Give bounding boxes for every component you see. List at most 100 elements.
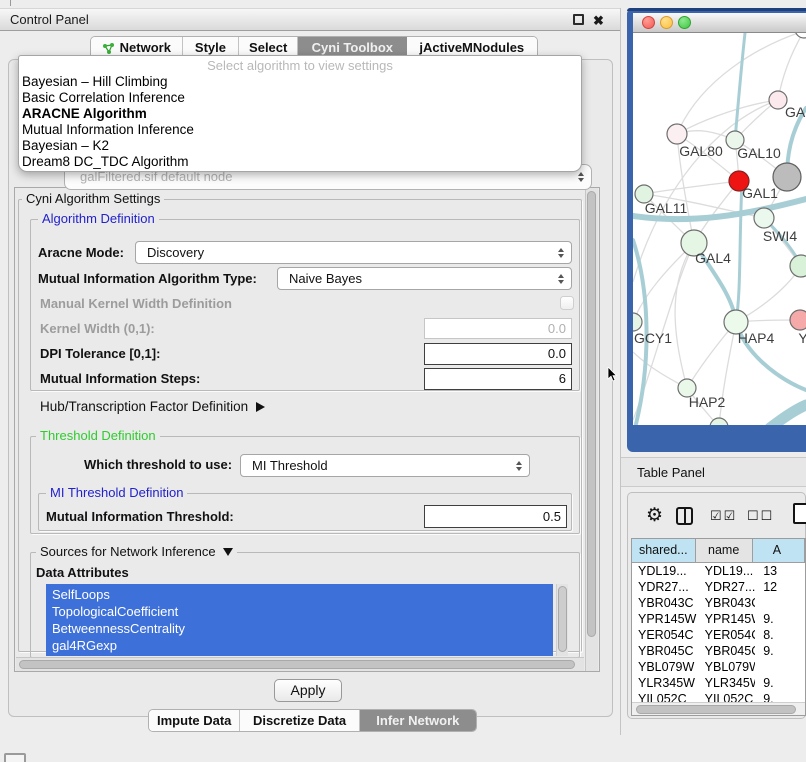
table-row[interactable]: YLR345WYLR345W9. (632, 675, 805, 691)
mi-threshold-field[interactable]: 0.5 (424, 505, 567, 528)
algorithm-option[interactable]: Dream8 DC_TDC Algorithm (19, 154, 581, 170)
data-attributes-list[interactable]: SelfLoops TopologicalCoefficient Between… (46, 584, 553, 656)
network-window-titlebar[interactable] (633, 13, 806, 33)
attributes-scrollbar[interactable] (556, 584, 568, 656)
mi-threshold-group-title: MI Threshold Definition (46, 486, 187, 500)
table-cell: YLR345W (697, 675, 756, 691)
dpi-tolerance-field[interactable]: 0.0 (424, 343, 572, 365)
network-node-swi4[interactable] (754, 208, 774, 228)
table-row[interactable]: YBL079WYBL079W (632, 659, 805, 675)
tab-discretize-data[interactable]: Discretize Data (240, 710, 359, 732)
network-node-gal80[interactable] (667, 124, 687, 144)
file-icon[interactable] (793, 503, 806, 524)
network-node[interactable] (773, 163, 801, 191)
combo-stepper-icon (578, 172, 584, 182)
node-label: GAL11 (645, 200, 688, 216)
table-cell: YER054C (697, 627, 756, 643)
table-header: shared... name A (632, 539, 805, 563)
table-cell: YBR045C (632, 643, 697, 659)
algorithm-option-selected[interactable]: ARACNE Algorithm (19, 106, 581, 122)
network-node[interactable] (790, 255, 806, 277)
table-cell: YPR145W (697, 611, 756, 627)
attribute-item[interactable]: SelfLoops (46, 586, 553, 603)
sources-title-text: Sources for Network Inference (40, 545, 216, 559)
columns-icon[interactable] (676, 507, 693, 525)
sources-group-title[interactable]: Sources for Network Inference (36, 545, 237, 559)
network-node-gcy1[interactable] (633, 313, 642, 331)
column-header-shared-name[interactable]: shared... (632, 539, 696, 562)
network-node-y[interactable] (790, 310, 806, 330)
hub-definition-section[interactable]: Hub/Transcription Factor Definition (40, 399, 265, 415)
aracne-mode-value: Discovery (147, 242, 204, 263)
column-header-partial[interactable]: A (753, 539, 805, 562)
table-cell: YPR145W (632, 611, 697, 627)
which-threshold-combo[interactable]: MI Threshold (240, 454, 530, 477)
table-row[interactable]: YPR145WYPR145W9. (632, 611, 805, 627)
algorithm-option[interactable]: Bayesian – K2 (19, 138, 581, 154)
hidden-panel-icon[interactable] (4, 753, 26, 762)
table-cell: 8. (755, 627, 805, 643)
algorithm-option[interactable]: Basic Correlation Inference (19, 90, 581, 106)
combo-stepper-icon (558, 274, 564, 284)
network-node[interactable] (795, 33, 806, 38)
tab-infer-network[interactable]: Infer Network (360, 710, 476, 732)
table-row[interactable]: YBR043CYBR043C (632, 595, 805, 611)
float-window-icon[interactable] (573, 14, 584, 25)
close-icon[interactable]: ✖ (593, 14, 604, 27)
network-canvas[interactable]: GALGAL80GAL10GAL1GAL11GAL4SWI4GCY1HAP4YH… (633, 33, 806, 425)
network-nodes: GALGAL80GAL10GAL1GAL11GAL4SWI4GCY1HAP4YH… (633, 33, 806, 425)
minimize-button[interactable] (660, 16, 673, 29)
aracne-mode-combo[interactable]: Discovery (135, 241, 572, 264)
manual-kernel-label: Manual Kernel Width Definition (40, 296, 232, 311)
table-cell (755, 659, 805, 675)
mi-steps-field[interactable]: 6 (424, 368, 572, 390)
algorithm-dropdown-popup: Select algorithm to view settings Bayesi… (18, 55, 582, 172)
settings-vscrollbar[interactable] (585, 188, 598, 671)
apply-button[interactable]: Apply (274, 679, 342, 702)
zoom-button[interactable] (678, 16, 691, 29)
network-graph: GALGAL80GAL10GAL1GAL11GAL4SWI4GCY1HAP4YH… (633, 33, 806, 425)
close-button[interactable] (642, 16, 655, 29)
kernel-width-label: Kernel Width (0,1): (40, 321, 155, 336)
bottom-tabbar: Impute Data Discretize Data Infer Networ… (148, 709, 477, 732)
table-panel-titlebar: Table Panel (621, 457, 806, 487)
attribute-item[interactable]: TopologicalCoefficient (46, 603, 553, 620)
table-hscrollbar[interactable] (632, 702, 805, 716)
mi-type-combo[interactable]: Naive Bayes (277, 267, 572, 290)
attribute-item[interactable]: BetweennessCentrality (46, 620, 553, 637)
column-header-name[interactable]: name (696, 539, 753, 562)
node-label: GCY1 (634, 330, 672, 346)
attribute-item[interactable]: gal4RGexp (46, 637, 553, 654)
table-cell: YBR043C (697, 595, 756, 611)
mi-threshold-label: Mutual Information Threshold: (46, 509, 234, 524)
table-cell: 9. (755, 643, 805, 659)
gear-icon[interactable]: ⚙ (646, 504, 663, 527)
table-cell: YDL19... (697, 563, 756, 579)
table-cell: YDL19... (632, 563, 697, 579)
combo-stepper-icon (558, 248, 564, 258)
table-cell: 13 (755, 563, 805, 579)
table-cell: YLR345W (632, 675, 697, 691)
settings-hscrollbar[interactable] (16, 657, 584, 671)
unchecked-boxes-icon[interactable]: ☐☐ (747, 508, 774, 524)
combo-stepper-icon (516, 461, 522, 471)
kernel-width-field[interactable]: 0.0 (424, 318, 572, 339)
node-table: shared... name A YDL19...YDL19...13YDR27… (631, 538, 806, 716)
table-row[interactable]: YDR27...YDR27...12 (632, 579, 805, 595)
node-label: GAL (785, 104, 806, 120)
table-row[interactable]: YER054CYER054C8. (632, 627, 805, 643)
tab-impute-data[interactable]: Impute Data (149, 710, 240, 732)
divider-tick (10, 0, 11, 6)
table-row[interactable]: YDL19...YDL19...13 (632, 563, 805, 579)
table-row[interactable]: YBR045CYBR045C9. (632, 643, 805, 659)
mi-type-value: Naive Bayes (289, 268, 362, 289)
algorithm-option[interactable]: Bayesian – Hill Climbing (19, 74, 581, 90)
algorithm-option[interactable]: Mutual Information Inference (19, 122, 581, 138)
screen: Control Panel ✖ Network Style Select Cyn… (0, 0, 806, 762)
collapse-down-icon[interactable] (223, 548, 233, 556)
checked-boxes-icon[interactable]: ☑☑ (710, 508, 737, 524)
dpi-tolerance-label: DPI Tolerance [0,1]: (40, 346, 160, 361)
manual-kernel-checkbox[interactable] (560, 296, 574, 310)
expand-right-icon[interactable] (256, 402, 265, 412)
table-cell: YDR27... (697, 579, 756, 595)
